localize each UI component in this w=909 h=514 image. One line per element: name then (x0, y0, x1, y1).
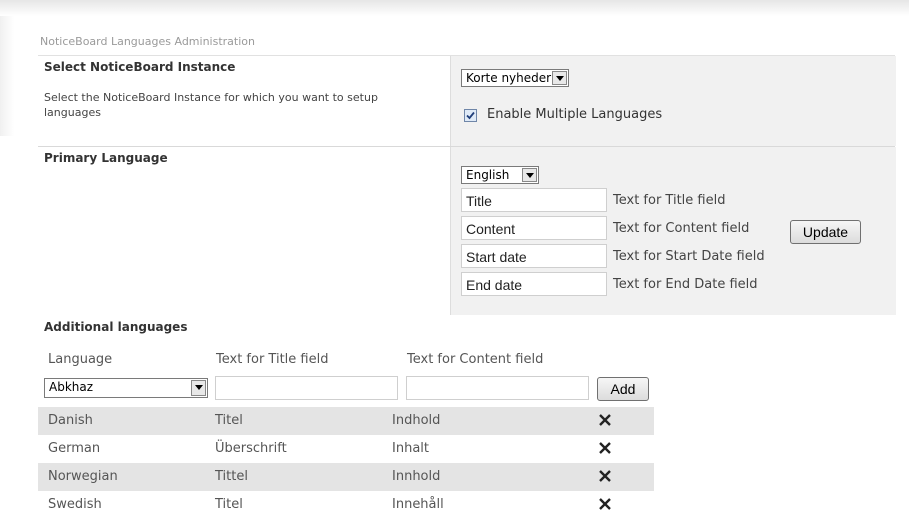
top-shadow (0, 0, 909, 16)
instance-select[interactable]: Korte nyheder (461, 69, 569, 87)
page-title: NoticeBoard Languages Administration (40, 35, 255, 48)
row-language: Danish (48, 413, 93, 428)
row-content: Inhalt (392, 441, 429, 456)
enable-multiple-languages-checkbox[interactable] (464, 109, 477, 122)
content-field-label: Text for Content field (613, 221, 750, 236)
column-header-title: Text for Title field (216, 352, 329, 367)
table-row: Swedish Titel Innehåll (38, 491, 654, 514)
new-title-input[interactable] (215, 376, 398, 400)
row-title: Titel (215, 497, 243, 512)
primary-language-select[interactable]: English (461, 166, 539, 184)
table-row: German Überschrift Inhalt (38, 435, 654, 463)
instance-section-left: Select NoticeBoard Instance Select the N… (38, 56, 450, 146)
row-language: Norwegian (48, 469, 118, 484)
instance-section: Select NoticeBoard Instance Select the N… (38, 55, 896, 146)
primary-language-title: Primary Language (44, 151, 168, 165)
row-language: German (48, 441, 101, 456)
chevron-down-icon[interactable] (552, 71, 567, 85)
title-field-input[interactable]: Title (461, 188, 607, 212)
new-language-select[interactable]: Abkhaz (44, 378, 208, 398)
primary-language-section: Primary Language English Title Text for … (38, 146, 896, 315)
row-language: Swedish (48, 497, 102, 512)
row-title: Überschrift (215, 441, 287, 456)
checkmark-icon (466, 111, 475, 120)
title-field-label: Text for Title field (613, 193, 726, 208)
row-content: Innhold (392, 469, 441, 484)
delete-icon[interactable] (598, 441, 612, 458)
delete-icon[interactable] (598, 413, 612, 430)
instance-description: Select the NoticeBoard Instance for whic… (44, 91, 378, 119)
new-language-value: Abkhaz (49, 380, 94, 394)
primary-section-left: Primary Language (38, 147, 450, 315)
update-button[interactable]: Update (790, 220, 861, 244)
table-row: Danish Titel Indhold (38, 407, 654, 435)
chevron-down-icon[interactable] (522, 168, 537, 182)
row-content: Innehåll (392, 497, 444, 512)
enable-multiple-languages-label: Enable Multiple Languages (487, 107, 663, 122)
column-header-content: Text for Content field (407, 352, 544, 367)
instance-section-right: Korte nyheder Enable Multiple Languages (450, 56, 896, 146)
additional-languages-title: Additional languages (44, 320, 188, 334)
column-header-language: Language (48, 352, 113, 367)
content-field-input[interactable]: Content (461, 216, 607, 240)
delete-icon[interactable] (598, 497, 612, 514)
instance-select-value: Korte nyheder (466, 71, 552, 85)
delete-icon[interactable] (598, 469, 612, 486)
table-row: Norwegian Tittel Innhold (38, 463, 654, 491)
end-date-field-input[interactable]: End date (461, 272, 607, 296)
left-edge (0, 16, 14, 136)
primary-section-right: English Title Text for Title field Conte… (450, 147, 896, 315)
row-title: Tittel (215, 469, 248, 484)
start-date-field-label: Text for Start Date field (613, 249, 765, 264)
primary-language-value: English (466, 168, 510, 182)
row-title: Titel (215, 413, 243, 428)
start-date-field-input[interactable]: Start date (461, 244, 607, 268)
end-date-field-label: Text for End Date field (613, 277, 758, 292)
row-content: Indhold (392, 413, 441, 428)
new-content-input[interactable] (406, 376, 589, 400)
instance-title: Select NoticeBoard Instance (44, 60, 236, 74)
chevron-down-icon[interactable] (191, 380, 206, 396)
add-button[interactable]: Add (597, 377, 649, 401)
